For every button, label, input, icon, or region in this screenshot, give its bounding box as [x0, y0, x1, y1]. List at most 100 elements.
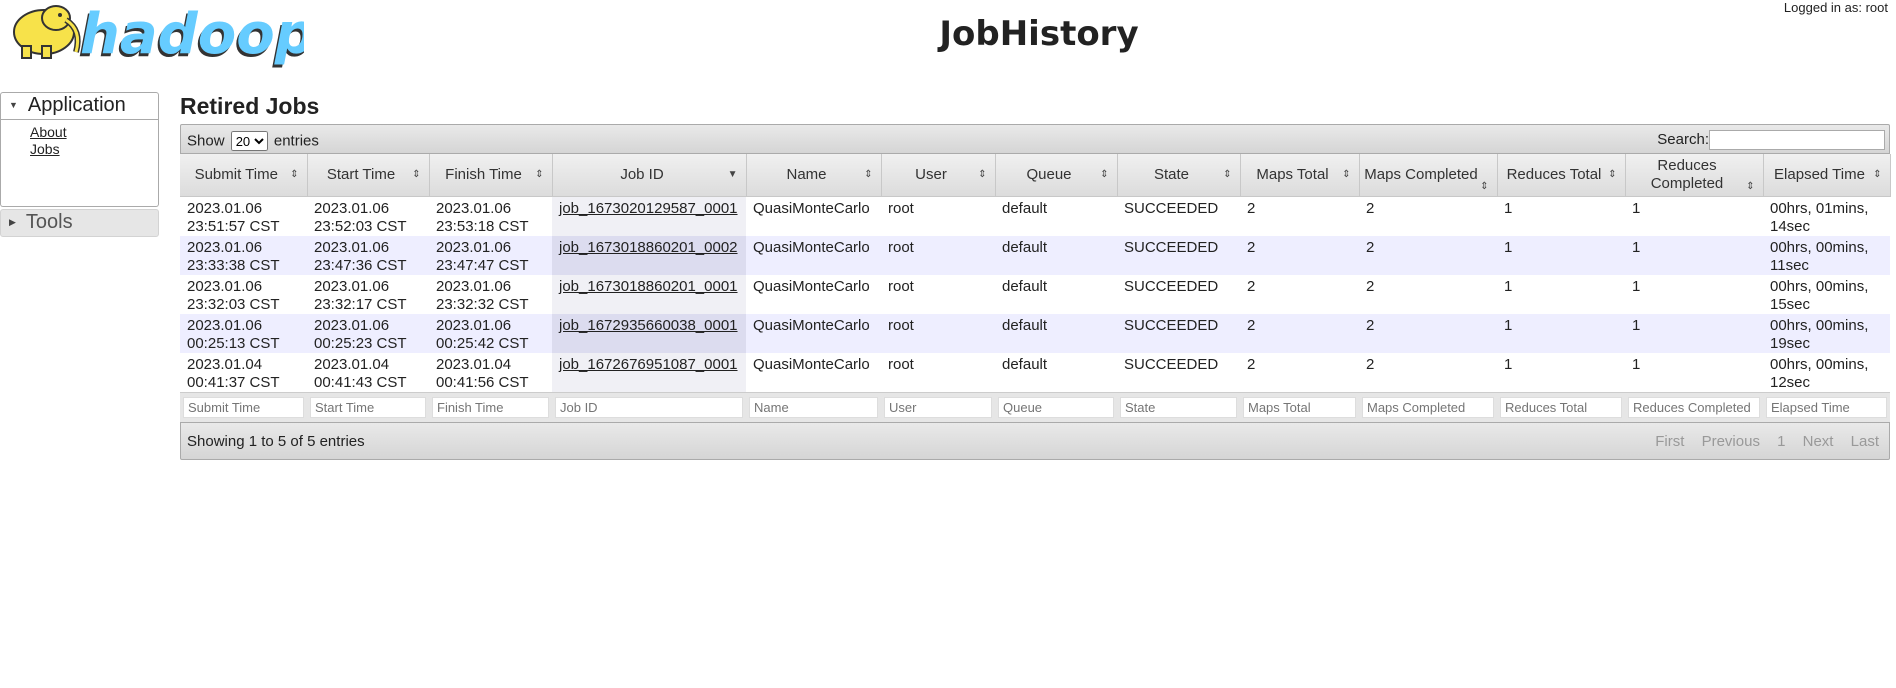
filter-start-time-input[interactable]	[310, 397, 426, 418]
sort-both-icon: ⇕	[412, 169, 421, 180]
cell-finish-time: 2023.01.06 23:53:18 CST	[429, 196, 552, 236]
col-header-queue[interactable]: Queue ⇕	[995, 154, 1118, 197]
filter-reduces-completed-input[interactable]	[1628, 397, 1760, 418]
cell-reduces-total: 1	[1497, 196, 1625, 236]
filter-elapsed-time-input[interactable]	[1766, 397, 1887, 418]
filter-cell	[1497, 392, 1625, 422]
col-header-name[interactable]: Name ⇕	[746, 154, 882, 197]
cell-maps-total: 2	[1240, 196, 1359, 236]
job-id-link[interactable]: job_1672935660038_0001	[559, 317, 738, 334]
cell-maps-completed: 2	[1359, 275, 1497, 314]
cell-reduces-completed: 1	[1625, 275, 1763, 314]
cell-queue: default	[995, 196, 1117, 236]
filter-state-input[interactable]	[1120, 397, 1237, 418]
cell-user: root	[881, 196, 995, 236]
cell-maps-completed: 2	[1359, 236, 1497, 275]
search-control: Search:	[1657, 130, 1885, 150]
cell-submit-time: 2023.01.06 23:51:57 CST	[180, 196, 307, 236]
show-label: Show	[187, 132, 225, 150]
cell-state: SUCCEEDED	[1117, 196, 1240, 236]
job-id-link[interactable]: job_1673020129587_0001	[559, 200, 738, 217]
cell-user: root	[881, 353, 995, 393]
sidebar-nav: ▼ Application About Jobs ▶ Tools	[0, 92, 159, 237]
nav-link-about[interactable]: About	[30, 124, 158, 141]
pager-next-button[interactable]: Next	[1803, 433, 1834, 450]
cell-reduces-completed: 1	[1625, 353, 1763, 393]
tools-label: Tools	[25, 211, 73, 233]
filter-job-id-input[interactable]	[555, 397, 743, 418]
tools-accordion-header[interactable]: ▶ Tools	[0, 209, 159, 237]
triangle-down-icon: ▼	[9, 100, 18, 110]
filter-cell	[1117, 392, 1240, 422]
job-id-link[interactable]: job_1672676951087_0001	[559, 356, 738, 373]
cell-start-time: 2023.01.06 23:52:03 CST	[307, 196, 429, 236]
table-row: 2023.01.06 23:51:57 CST 2023.01.06 23:52:0…	[180, 196, 1890, 236]
filter-cell	[1240, 392, 1359, 422]
col-header-user[interactable]: User ⇕	[881, 154, 996, 197]
cell-reduces-total: 1	[1497, 353, 1625, 393]
job-id-link[interactable]: job_1673018860201_0001	[559, 278, 738, 295]
sort-both-icon: ⇕	[864, 169, 873, 180]
cell-name: QuasiMonteCarlo	[746, 236, 881, 275]
application-accordion-header[interactable]: ▼ Application	[0, 92, 159, 120]
page-title: JobHistory	[939, 14, 1139, 54]
pager-previous-button[interactable]: Previous	[1702, 433, 1760, 450]
col-header-reduces-total[interactable]: Reduces Total ⇕	[1497, 154, 1626, 197]
cell-submit-time: 2023.01.06 00:25:13 CST	[180, 314, 307, 353]
sort-desc-icon: ▼	[727, 169, 738, 180]
col-header-reduces-completed[interactable]: Reduces Completed ⇕	[1625, 154, 1764, 197]
filter-reduces-total-input[interactable]	[1500, 397, 1622, 418]
col-header-elapsed-time[interactable]: Elapsed Time ⇕	[1763, 154, 1891, 197]
col-header-maps-completed[interactable]: Maps Completed ⇕	[1359, 154, 1498, 197]
col-header-job-id[interactable]: Job ID ▼	[552, 154, 747, 197]
job-id-link[interactable]: job_1673018860201_0002	[559, 239, 738, 256]
col-header-maps-total[interactable]: Maps Total ⇕	[1240, 154, 1360, 197]
cell-job-id: job_1672676951087_0001	[552, 353, 746, 393]
sort-both-icon: ⇕	[978, 169, 987, 180]
entries-per-page-select[interactable]: 20	[230, 131, 268, 151]
cell-name: QuasiMonteCarlo	[746, 314, 881, 353]
table-toolbar: Show 20 entries Search:	[180, 124, 1890, 154]
cell-elapsed-time: 00hrs, 00mins, 19sec	[1763, 314, 1890, 353]
filter-cell	[1763, 392, 1890, 422]
cell-reduces-completed: 1	[1625, 196, 1763, 236]
filter-cell	[307, 392, 429, 422]
filter-queue-input[interactable]	[998, 397, 1114, 418]
cell-reduces-completed: 1	[1625, 314, 1763, 353]
pager-first-button[interactable]: First	[1655, 433, 1684, 450]
cell-maps-completed: 2	[1359, 196, 1497, 236]
filter-name-input[interactable]	[749, 397, 878, 418]
filter-finish-time-input[interactable]	[432, 397, 549, 418]
table-footer-bar: Showing 1 to 5 of 5 entries First Previo…	[180, 422, 1890, 460]
filter-maps-total-input[interactable]	[1243, 397, 1356, 418]
filter-cell	[881, 392, 995, 422]
cell-finish-time: 2023.01.06 23:47:47 CST	[429, 236, 552, 275]
cell-reduces-total: 1	[1497, 314, 1625, 353]
filter-submit-time-input[interactable]	[183, 397, 304, 418]
search-input[interactable]	[1709, 130, 1885, 150]
cell-queue: default	[995, 236, 1117, 275]
cell-maps-total: 2	[1240, 314, 1359, 353]
application-label: Application	[27, 94, 126, 116]
pager-page-1-button[interactable]: 1	[1777, 433, 1785, 450]
pager-last-button[interactable]: Last	[1851, 433, 1879, 450]
nav-link-jobs[interactable]: Jobs	[30, 141, 158, 158]
col-header-submit-time[interactable]: Submit Time ⇕	[180, 154, 308, 197]
filter-user-input[interactable]	[884, 397, 992, 418]
cell-name: QuasiMonteCarlo	[746, 196, 881, 236]
table-row: 2023.01.06 23:32:03 CST 2023.01.06 23:32:1…	[180, 275, 1890, 314]
main-content: Retired Jobs Show 20 entries Search: Sub…	[180, 92, 1891, 460]
filter-cell	[1359, 392, 1497, 422]
col-header-finish-time[interactable]: Finish Time ⇕	[429, 154, 553, 197]
triangle-right-icon: ▶	[9, 217, 16, 227]
entries-label: entries	[273, 132, 319, 150]
cell-name: QuasiMonteCarlo	[746, 275, 881, 314]
cell-job-id: job_1673018860201_0001	[552, 275, 746, 314]
col-header-start-time[interactable]: Start Time ⇕	[307, 154, 430, 197]
table-row: 2023.01.06 23:33:38 CST 2023.01.06 23:47:3…	[180, 236, 1890, 275]
cell-start-time: 2023.01.06 00:25:23 CST	[307, 314, 429, 353]
cell-queue: default	[995, 314, 1117, 353]
filter-maps-completed-input[interactable]	[1362, 397, 1494, 418]
cell-reduces-completed: 1	[1625, 236, 1763, 275]
col-header-state[interactable]: State ⇕	[1117, 154, 1241, 197]
